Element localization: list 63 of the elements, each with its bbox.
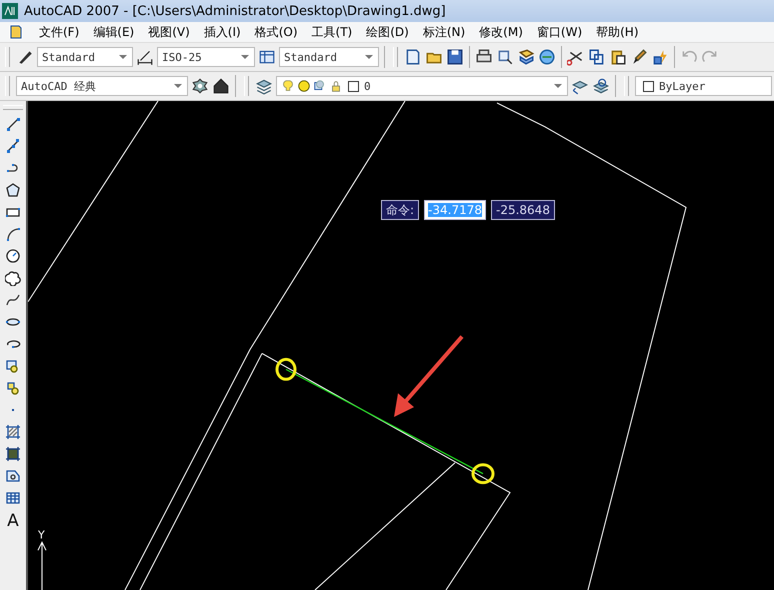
- menu-item[interactable]: 格式(O): [248, 24, 305, 40]
- endpoint-circle: [472, 463, 494, 484]
- viewport-icon: [313, 79, 327, 93]
- construction-line-icon[interactable]: [5, 138, 21, 154]
- menu-item[interactable]: 修改(M): [472, 24, 530, 40]
- revision-cloud-icon[interactable]: [5, 270, 21, 286]
- region-icon[interactable]: [5, 468, 21, 484]
- circle-icon[interactable]: [5, 248, 21, 264]
- dimension-icon[interactable]: [136, 48, 154, 66]
- layer-dropdown[interactable]: 0: [276, 76, 568, 96]
- publish-stack-icon[interactable]: [517, 48, 535, 66]
- arc-icon[interactable]: [5, 226, 21, 242]
- menu-item[interactable]: 编辑(E): [86, 24, 142, 40]
- ucs-axis-label: Y: [38, 528, 45, 542]
- color-swatch: [348, 80, 359, 92]
- text-style-dropdown[interactable]: Standard: [37, 47, 133, 67]
- spline-icon[interactable]: [5, 292, 21, 308]
- house-icon[interactable]: [212, 77, 230, 95]
- endpoint-circle: [276, 358, 296, 381]
- table-icon[interactable]: [5, 490, 21, 506]
- drawing-canvas[interactable]: Y 命令: -34.7178 -25.8648: [28, 101, 774, 590]
- app-logo-icon: [2, 3, 18, 19]
- menu-item[interactable]: 工具(T): [304, 24, 360, 40]
- menu-item[interactable]: 绘图(D): [359, 24, 416, 40]
- make-block-icon[interactable]: [5, 380, 21, 396]
- paste-icon[interactable]: [609, 48, 627, 66]
- new-document-icon[interactable]: [404, 48, 422, 66]
- menu-item[interactable]: 帮助(H): [589, 24, 646, 40]
- line-icon[interactable]: [5, 116, 21, 132]
- bulb-icon: [281, 79, 295, 93]
- ucs-axis-icon: [38, 541, 46, 590]
- layer-name: 0: [364, 80, 372, 92]
- preview-magnifier-icon[interactable]: [496, 48, 514, 66]
- menu-item[interactable]: 文件(F): [32, 24, 86, 40]
- gradient-icon[interactable]: [5, 446, 21, 462]
- lightning-block-icon[interactable]: [651, 48, 669, 66]
- table-style-dropdown[interactable]: Standard: [279, 47, 379, 67]
- coordinate-input[interactable]: -25.8648: [491, 200, 555, 220]
- polygon-icon[interactable]: [5, 182, 21, 198]
- dimension-style-dropdown[interactable]: ISO-25: [157, 47, 255, 67]
- menu-item[interactable]: 窗口(W): [530, 24, 590, 40]
- dropdown-caret-icon[interactable]: [174, 84, 182, 88]
- dropdown-caret-icon[interactable]: [554, 84, 562, 88]
- menu-item[interactable]: 视图(V): [141, 24, 197, 40]
- window-title: AutoCAD 2007 - [C:\Users\Administrator\Desktop\Drawing1.dwg]: [24, 4, 446, 18]
- layers-icon[interactable]: [255, 77, 273, 95]
- menu-item[interactable]: 插入(I): [196, 24, 248, 40]
- color-dropdown[interactable]: ByLayer: [635, 76, 772, 96]
- sun-icon: [297, 79, 311, 93]
- table-style-icon[interactable]: [258, 48, 276, 66]
- settings-icon[interactable]: [191, 77, 209, 95]
- dropdown-caret-icon[interactable]: [241, 55, 249, 59]
- menu-item[interactable]: 标注(N): [416, 24, 472, 40]
- dropdown-caret-icon[interactable]: [365, 55, 373, 59]
- dropdown-caret-icon[interactable]: [119, 55, 127, 59]
- layer-state-icon[interactable]: [592, 77, 610, 95]
- command-prompt: 命令:: [381, 200, 420, 220]
- document-icon: [8, 24, 24, 40]
- workspace-dropdown[interactable]: AutoCAD 经典: [16, 76, 188, 96]
- hatch-icon[interactable]: [5, 424, 21, 440]
- multiline-text-tool[interactable]: A: [7, 512, 19, 530]
- lock-icon: [329, 79, 343, 93]
- copy-icon[interactable]: [588, 48, 606, 66]
